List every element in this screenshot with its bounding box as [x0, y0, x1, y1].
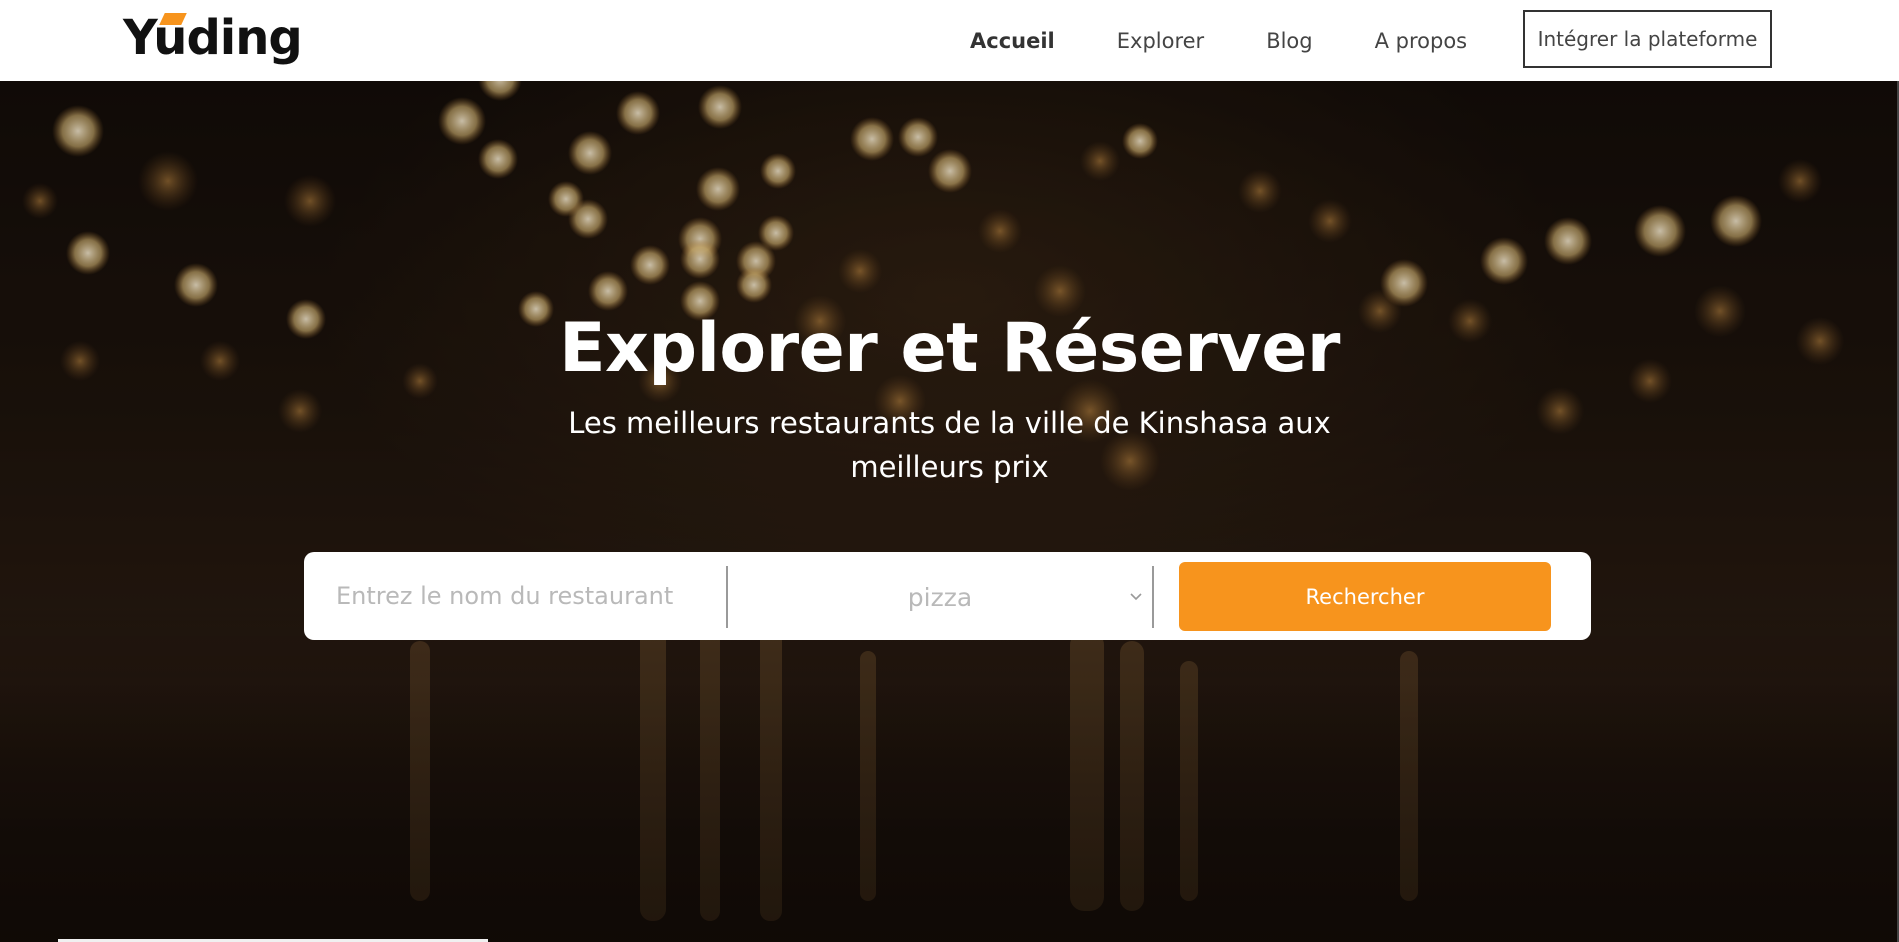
nav-item-a-propos[interactable]: A propos — [1375, 29, 1468, 53]
hero-subtitle-line-1: Les meilleurs restaurants de la ville de… — [568, 406, 1331, 440]
top-navbar: Yuding Accueil Explorer Blog A propos In… — [0, 0, 1899, 81]
site-logo[interactable]: Yuding — [123, 8, 303, 68]
restaurant-search-bar: pizza Rechercher — [304, 552, 1591, 640]
nav-item-explorer[interactable]: Explorer — [1117, 29, 1204, 53]
category-select[interactable]: pizza — [728, 566, 1152, 628]
hero-subtitle: Les meilleurs restaurants de la ville de… — [0, 401, 1899, 489]
hero-section: Explorer et Réserver Les meilleurs resta… — [0, 81, 1899, 942]
logo-text[interactable]: Yuding — [123, 10, 303, 66]
integrate-platform-button[interactable]: Intégrer la plateforme — [1523, 10, 1772, 68]
hero-background-image — [0, 81, 1899, 942]
category-select-value: pizza — [907, 582, 973, 612]
main-nav: Accueil Explorer Blog A propos — [970, 0, 1529, 81]
search-button[interactable]: Rechercher — [1179, 562, 1551, 631]
chevron-down-icon — [1130, 593, 1142, 601]
nav-item-blog[interactable]: Blog — [1266, 29, 1312, 53]
hero-title: Explorer et Réserver — [559, 309, 1340, 388]
nav-item-accueil[interactable]: Accueil — [970, 29, 1055, 53]
search-divider — [1152, 566, 1154, 628]
hero-subtitle-line-2: meilleurs prix — [850, 450, 1049, 484]
restaurant-name-input[interactable] — [336, 570, 716, 622]
